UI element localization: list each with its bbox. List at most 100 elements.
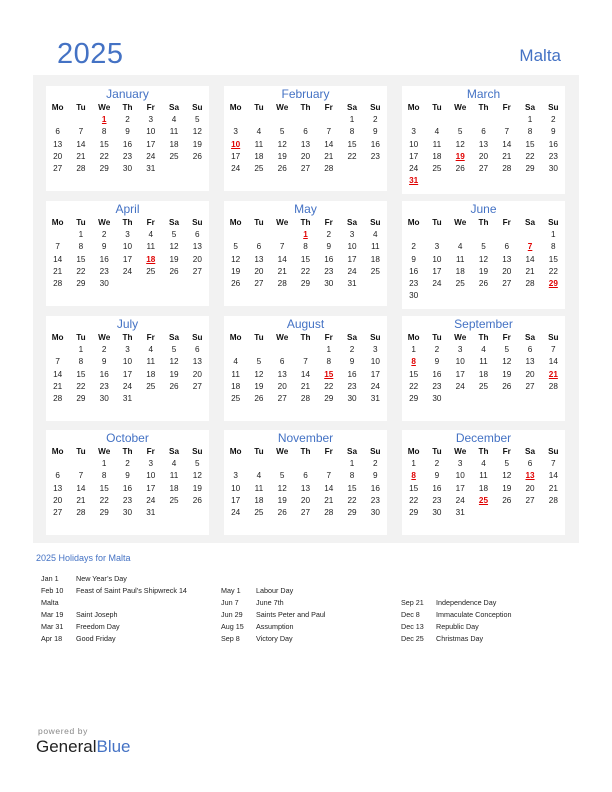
day-cell[interactable]: 5 bbox=[495, 458, 518, 470]
day-cell[interactable]: 30 bbox=[425, 393, 448, 405]
day-cell[interactable]: 20 bbox=[46, 151, 69, 163]
day-cell[interactable]: 18 bbox=[247, 495, 270, 507]
day-cell[interactable]: 11 bbox=[472, 356, 495, 368]
day-cell[interactable]: 21 bbox=[271, 266, 294, 278]
day-cell[interactable]: 16 bbox=[425, 369, 448, 381]
day-cell[interactable]: 15 bbox=[93, 483, 116, 495]
day-cell[interactable]: 19 bbox=[495, 369, 518, 381]
day-cell[interactable]: 17 bbox=[139, 483, 162, 495]
day-cell[interactable]: 13 bbox=[46, 139, 69, 151]
day-cell[interactable]: 1 bbox=[340, 458, 363, 470]
day-cell[interactable]: 23 bbox=[93, 381, 116, 393]
day-cell[interactable]: 28 bbox=[69, 163, 92, 175]
day-cell[interactable]: 12 bbox=[224, 254, 247, 266]
day-cell[interactable]: 22 bbox=[69, 266, 92, 278]
day-cell[interactable]: 26 bbox=[224, 278, 247, 290]
day-cell[interactable]: 2 bbox=[425, 344, 448, 356]
day-cell[interactable]: 15 bbox=[340, 139, 363, 151]
day-cell[interactable]: 13 bbox=[294, 483, 317, 495]
day-cell[interactable]: 24 bbox=[116, 381, 139, 393]
day-cell[interactable]: 25 bbox=[247, 163, 270, 175]
day-cell[interactable]: 23 bbox=[317, 266, 340, 278]
day-cell[interactable]: 11 bbox=[139, 356, 162, 368]
day-cell[interactable]: 28 bbox=[317, 163, 340, 175]
day-cell[interactable]: 26 bbox=[186, 495, 209, 507]
day-cell[interactable]: 26 bbox=[472, 278, 495, 290]
day-cell[interactable]: 31 bbox=[139, 507, 162, 519]
day-cell[interactable]: 9 bbox=[402, 254, 425, 266]
day-cell[interactable]: 19 bbox=[247, 381, 270, 393]
day-cell[interactable]: 21 bbox=[317, 151, 340, 163]
day-cell[interactable]: 2 bbox=[364, 114, 387, 126]
day-cell[interactable]: 12 bbox=[472, 254, 495, 266]
day-cell[interactable]: 14 bbox=[518, 254, 541, 266]
day-cell[interactable]: 29 bbox=[402, 507, 425, 519]
holiday-day-cell[interactable]: 8 bbox=[402, 356, 425, 368]
day-cell[interactable]: 9 bbox=[425, 470, 448, 482]
day-cell[interactable]: 10 bbox=[224, 483, 247, 495]
day-cell[interactable]: 25 bbox=[449, 278, 472, 290]
day-cell[interactable]: 5 bbox=[472, 241, 495, 253]
day-cell[interactable]: 21 bbox=[69, 151, 92, 163]
day-cell[interactable]: 25 bbox=[247, 507, 270, 519]
day-cell[interactable]: 15 bbox=[93, 139, 116, 151]
day-cell[interactable]: 1 bbox=[402, 344, 425, 356]
day-cell[interactable]: 9 bbox=[425, 356, 448, 368]
day-cell[interactable]: 18 bbox=[247, 151, 270, 163]
day-cell[interactable]: 30 bbox=[364, 507, 387, 519]
day-cell[interactable]: 16 bbox=[364, 483, 387, 495]
day-cell[interactable]: 1 bbox=[402, 458, 425, 470]
day-cell[interactable]: 15 bbox=[542, 254, 565, 266]
day-cell[interactable]: 26 bbox=[162, 266, 185, 278]
day-cell[interactable]: 28 bbox=[317, 507, 340, 519]
day-cell[interactable]: 6 bbox=[271, 356, 294, 368]
day-cell[interactable]: 2 bbox=[116, 114, 139, 126]
day-cell[interactable]: 24 bbox=[449, 381, 472, 393]
day-cell[interactable]: 19 bbox=[495, 483, 518, 495]
day-cell[interactable]: 4 bbox=[364, 229, 387, 241]
day-cell[interactable]: 9 bbox=[364, 470, 387, 482]
holiday-day-cell[interactable]: 13 bbox=[518, 470, 541, 482]
day-cell[interactable]: 1 bbox=[340, 114, 363, 126]
day-cell[interactable]: 8 bbox=[542, 241, 565, 253]
day-cell[interactable]: 3 bbox=[402, 126, 425, 138]
day-cell[interactable]: 3 bbox=[139, 114, 162, 126]
day-cell[interactable]: 3 bbox=[425, 241, 448, 253]
day-cell[interactable]: 7 bbox=[317, 470, 340, 482]
day-cell[interactable]: 25 bbox=[139, 381, 162, 393]
day-cell[interactable]: 5 bbox=[271, 470, 294, 482]
day-cell[interactable]: 23 bbox=[364, 151, 387, 163]
day-cell[interactable]: 3 bbox=[449, 344, 472, 356]
day-cell[interactable]: 8 bbox=[93, 126, 116, 138]
day-cell[interactable]: 30 bbox=[425, 507, 448, 519]
day-cell[interactable]: 17 bbox=[449, 483, 472, 495]
day-cell[interactable]: 11 bbox=[162, 470, 185, 482]
day-cell[interactable]: 21 bbox=[495, 151, 518, 163]
day-cell[interactable]: 28 bbox=[518, 278, 541, 290]
day-cell[interactable]: 22 bbox=[69, 381, 92, 393]
day-cell[interactable]: 6 bbox=[247, 241, 270, 253]
day-cell[interactable]: 19 bbox=[162, 254, 185, 266]
day-cell[interactable]: 29 bbox=[93, 163, 116, 175]
day-cell[interactable]: 27 bbox=[495, 278, 518, 290]
day-cell[interactable]: 28 bbox=[46, 393, 69, 405]
day-cell[interactable]: 6 bbox=[46, 126, 69, 138]
day-cell[interactable]: 14 bbox=[542, 356, 565, 368]
day-cell[interactable]: 29 bbox=[69, 278, 92, 290]
day-cell[interactable]: 27 bbox=[46, 507, 69, 519]
day-cell[interactable]: 5 bbox=[186, 458, 209, 470]
day-cell[interactable]: 23 bbox=[425, 495, 448, 507]
day-cell[interactable]: 15 bbox=[402, 483, 425, 495]
day-cell[interactable]: 12 bbox=[186, 126, 209, 138]
day-cell[interactable]: 18 bbox=[364, 254, 387, 266]
day-cell[interactable]: 13 bbox=[495, 254, 518, 266]
day-cell[interactable]: 2 bbox=[340, 344, 363, 356]
day-cell[interactable]: 17 bbox=[449, 369, 472, 381]
day-cell[interactable]: 21 bbox=[518, 266, 541, 278]
day-cell[interactable]: 18 bbox=[139, 369, 162, 381]
day-cell[interactable]: 12 bbox=[495, 470, 518, 482]
day-cell[interactable]: 8 bbox=[93, 470, 116, 482]
day-cell[interactable]: 19 bbox=[271, 495, 294, 507]
day-cell[interactable]: 6 bbox=[518, 344, 541, 356]
day-cell[interactable]: 18 bbox=[162, 139, 185, 151]
